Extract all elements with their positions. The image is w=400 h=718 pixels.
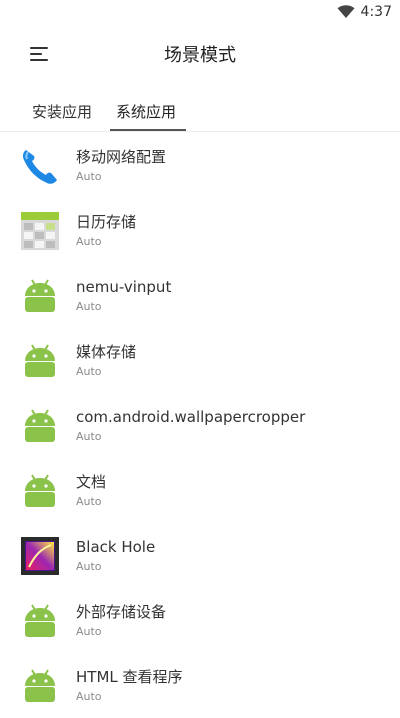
app-bar: 场景模式 bbox=[0, 24, 400, 84]
calendar-storage-icon bbox=[20, 211, 60, 251]
app-mode: Auto bbox=[76, 494, 102, 508]
app-name: 文档 bbox=[76, 472, 107, 491]
list-item[interactable]: HTML 查看程序 Auto bbox=[0, 653, 400, 718]
menu-icon[interactable] bbox=[30, 44, 50, 64]
app-name: nemu-vinput bbox=[76, 277, 172, 296]
page-title: 场景模式 bbox=[164, 45, 236, 66]
app-mode: Auto bbox=[76, 364, 102, 378]
app-name: 外部存储设备 bbox=[76, 602, 167, 621]
list-item[interactable]: 移动网络配置 Auto bbox=[0, 133, 400, 198]
app-mode: Auto bbox=[76, 234, 102, 248]
app-name: 移动网络配置 bbox=[76, 147, 167, 166]
android-icon bbox=[20, 471, 60, 511]
list-item[interactable]: 媒体存储 Auto bbox=[0, 328, 400, 393]
list-item[interactable]: Black Hole Auto bbox=[0, 523, 400, 588]
android-icon bbox=[20, 601, 60, 641]
app-mode: Auto bbox=[76, 429, 102, 443]
android-icon bbox=[20, 666, 60, 706]
app-name: 媒体存储 bbox=[76, 342, 137, 361]
list-item[interactable]: 外部存储设备 Auto bbox=[0, 588, 400, 653]
app-name: 日历存储 bbox=[76, 212, 137, 231]
black-hole-icon bbox=[20, 536, 60, 576]
android-icon bbox=[20, 341, 60, 381]
tab-installed-apps[interactable]: 安装应用 bbox=[20, 92, 104, 131]
android-icon bbox=[20, 406, 60, 446]
tab-system-apps[interactable]: 系统应用 bbox=[104, 92, 188, 131]
app-mode: Auto bbox=[76, 689, 102, 703]
list-item[interactable]: com.android.wallpapercropper Auto bbox=[0, 393, 400, 458]
app-mode: Auto bbox=[76, 559, 102, 573]
phone-icon bbox=[20, 146, 60, 186]
app-name: com.android.wallpapercropper bbox=[76, 407, 306, 426]
tab-bar: 安装应用 系统应用 bbox=[0, 92, 400, 132]
app-list: 移动网络配置 Auto 日历存储 Auto nemu-vinput Auto 媒… bbox=[0, 133, 400, 718]
wifi-icon bbox=[337, 5, 355, 18]
android-icon bbox=[20, 276, 60, 316]
app-mode: Auto bbox=[76, 169, 102, 183]
status-time: 4:37 bbox=[360, 4, 392, 20]
list-item[interactable]: nemu-vinput Auto bbox=[0, 263, 400, 328]
app-name: Black Hole bbox=[76, 537, 156, 556]
list-item[interactable]: 日历存储 Auto bbox=[0, 198, 400, 263]
list-item[interactable]: 文档 Auto bbox=[0, 458, 400, 523]
app-name: HTML 查看程序 bbox=[76, 667, 183, 686]
app-mode: Auto bbox=[76, 624, 102, 638]
app-mode: Auto bbox=[76, 299, 102, 313]
status-bar: 4:37 bbox=[0, 0, 400, 24]
